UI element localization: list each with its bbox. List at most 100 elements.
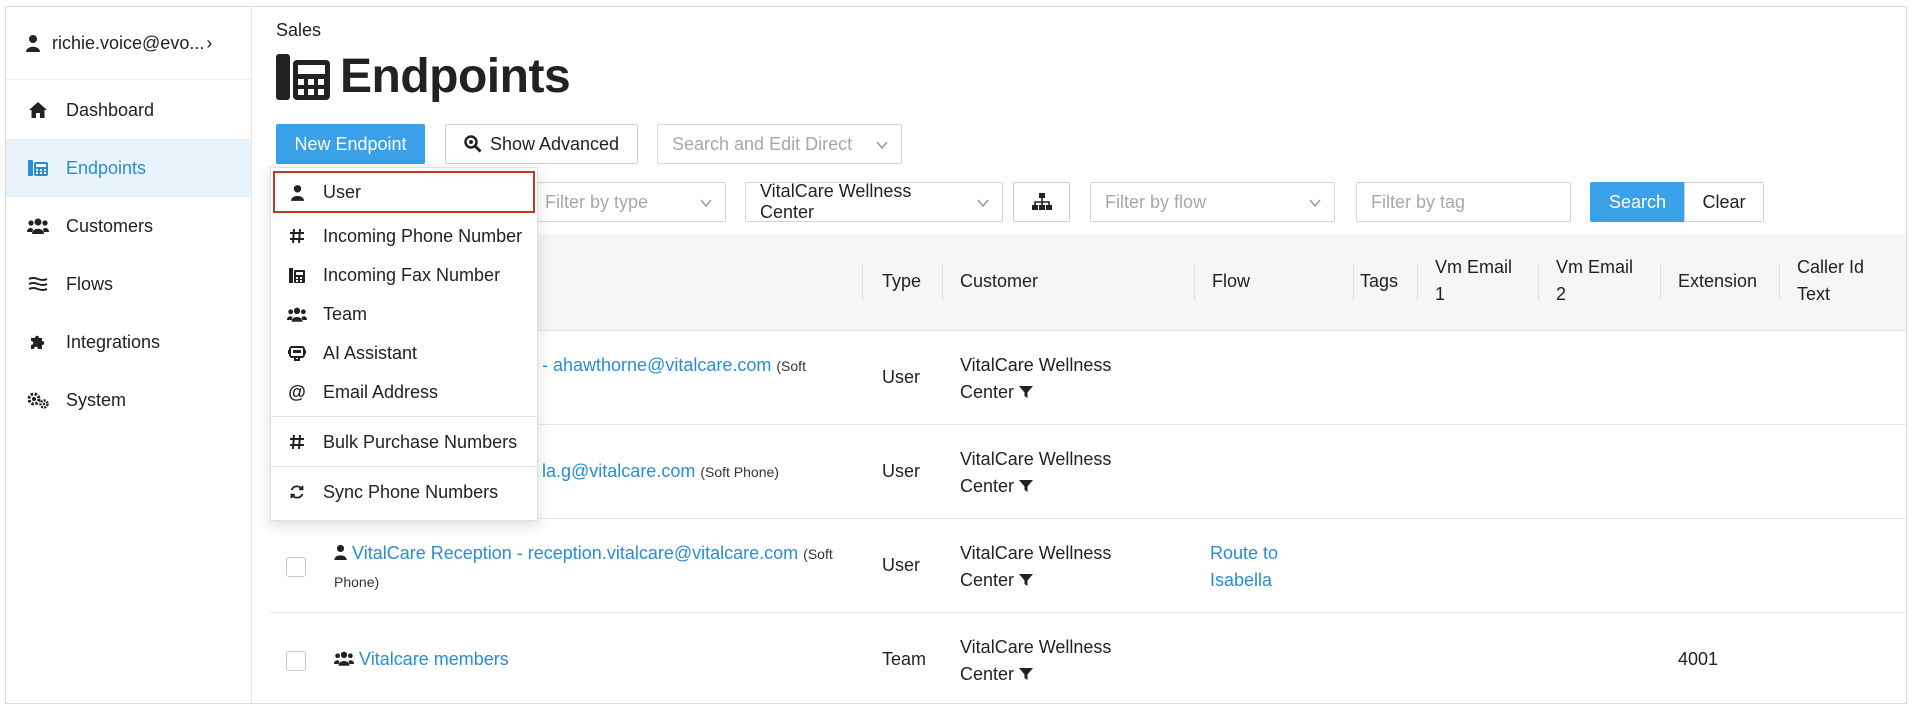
endpoint-suffix: (Soft Phone) bbox=[700, 464, 779, 480]
dropdown-item-ai-assistant[interactable]: AI Assistant bbox=[271, 334, 539, 372]
customer-cell: VitalCare Wellness Center bbox=[960, 540, 1111, 594]
chevron-down-icon bbox=[876, 141, 888, 150]
at-icon: @ bbox=[288, 381, 306, 402]
column-type[interactable]: Type bbox=[882, 268, 921, 295]
endpoints-icon bbox=[276, 53, 330, 100]
column-caller-id-text[interactable]: Caller Id Text bbox=[1797, 254, 1864, 308]
customer-name-line2-wrap: Center bbox=[960, 567, 1111, 594]
user-icon bbox=[287, 182, 307, 202]
column-vm-email-1-line1: Vm Email bbox=[1435, 257, 1513, 277]
flow-line1: Route to bbox=[1210, 543, 1279, 563]
column-flow[interactable]: Flow bbox=[1212, 268, 1250, 295]
filter-type-placeholder: Filter by type bbox=[545, 191, 649, 212]
filter-icon[interactable] bbox=[1019, 480, 1034, 493]
filter-flow-placeholder: Filter by flow bbox=[1105, 191, 1207, 212]
dropdown-item-email-address[interactable]: @ Email Address bbox=[271, 373, 539, 411]
customer-name-line2: Center bbox=[960, 476, 1015, 496]
search-edit-direct-placeholder: Search and Edit Direct bbox=[672, 133, 853, 154]
dropdown-item-label: Team bbox=[323, 303, 368, 324]
filter-tag-input[interactable]: Filter by tag bbox=[1356, 182, 1571, 222]
show-advanced-label: Show Advanced bbox=[489, 133, 620, 154]
column-extension[interactable]: Extension bbox=[1678, 268, 1757, 295]
endpoint-link[interactable]: - ahawthorne@vitalcare.com bbox=[542, 355, 771, 375]
filter-flow-select[interactable]: Filter by flow bbox=[1090, 182, 1335, 222]
dropdown-item-label: Incoming Fax Number bbox=[323, 264, 501, 285]
show-advanced-button[interactable]: Show Advanced bbox=[445, 124, 638, 164]
filter-icon[interactable] bbox=[1019, 386, 1034, 399]
endpoint-suffix: (Soft bbox=[803, 546, 833, 562]
column-tags[interactable]: Tags bbox=[1360, 268, 1398, 295]
type-cell: Team bbox=[882, 649, 927, 669]
filter-customer-select[interactable]: VitalCare Wellness Center bbox=[745, 181, 1003, 222]
endpoint-link[interactable]: VitalCare Reception - reception.vitalcar… bbox=[352, 543, 798, 563]
sidebar-item-dashboard[interactable]: Dashboard bbox=[6, 81, 251, 139]
column-divider bbox=[1194, 264, 1195, 300]
dropdown-item-sync-phone-numbers[interactable]: Sync Phone Numbers bbox=[271, 473, 539, 511]
users-icon bbox=[287, 304, 307, 324]
sidebar-item-label: Flows bbox=[66, 273, 114, 294]
column-divider bbox=[1417, 264, 1418, 300]
dropdown-item-bulk-purchase-numbers[interactable]: Bulk Purchase Numbers bbox=[271, 423, 539, 461]
endpoint-link[interactable]: la.g@vitalcare.com bbox=[542, 461, 695, 481]
filter-icon[interactable] bbox=[1019, 574, 1034, 587]
sidebar-item-label: Customers bbox=[66, 215, 154, 236]
filter-type-select[interactable]: Filter by type bbox=[530, 182, 726, 222]
column-divider bbox=[1660, 264, 1661, 300]
sitemap-icon bbox=[1031, 193, 1052, 210]
sidebar-item-endpoints[interactable]: Endpoints bbox=[6, 139, 251, 197]
users-icon bbox=[334, 651, 354, 666]
customer-name-line2-wrap: Center bbox=[960, 379, 1111, 406]
column-vm-email-1-line2: 1 bbox=[1435, 284, 1446, 304]
flows-icon bbox=[26, 273, 50, 295]
chevron-down-icon bbox=[1309, 199, 1321, 208]
endpoint-name-cell: - ahawthorne@vitalcare.com (Soft bbox=[542, 352, 806, 380]
puzzle-icon bbox=[26, 331, 50, 353]
sidebar-item-integrations[interactable]: Integrations bbox=[6, 313, 251, 371]
dropdown-item-label: Incoming Phone Number bbox=[323, 225, 523, 246]
dropdown-item-team[interactable]: Team bbox=[271, 295, 539, 333]
column-vm-email-2[interactable]: Vm Email 2 bbox=[1556, 254, 1633, 308]
dropdown-item-incoming-fax-number[interactable]: Incoming Fax Number bbox=[271, 256, 539, 294]
page-header: Endpoints bbox=[276, 49, 571, 104]
row-checkbox[interactable] bbox=[286, 651, 306, 671]
column-vm-email-1[interactable]: Vm Email 1 bbox=[1435, 254, 1512, 308]
home-icon bbox=[26, 99, 50, 121]
robot-icon bbox=[287, 343, 307, 363]
sidebar-item-label: Dashboard bbox=[66, 99, 155, 120]
filter-icon[interactable] bbox=[1019, 668, 1034, 681]
new-endpoint-dropdown: User Incoming Phone Number Incoming Fax … bbox=[270, 167, 539, 521]
type-cell: User bbox=[882, 555, 921, 575]
flow-link[interactable]: Route to Isabella bbox=[1210, 540, 1278, 594]
customer-name-line2: Center bbox=[960, 664, 1015, 684]
search-button[interactable]: Search bbox=[1590, 182, 1685, 222]
customer-name-line1: VitalCare Wellness bbox=[960, 355, 1112, 375]
customer-name-line2-wrap: Center bbox=[960, 473, 1111, 500]
sync-icon bbox=[287, 482, 307, 502]
user-menu[interactable]: richie.voice@evo... › bbox=[6, 7, 251, 80]
column-caller-id-line1: Caller Id bbox=[1797, 257, 1865, 277]
dropdown-item-user[interactable]: User bbox=[273, 171, 535, 213]
customer-name-line1: VitalCare Wellness bbox=[960, 637, 1112, 657]
sidebar-item-customers[interactable]: Customers bbox=[6, 197, 251, 255]
customer-name-line1: VitalCare Wellness bbox=[960, 543, 1112, 563]
column-customer[interactable]: Customer bbox=[960, 268, 1038, 295]
column-divider bbox=[1779, 264, 1780, 300]
hash-icon bbox=[287, 226, 307, 246]
column-divider bbox=[942, 264, 943, 300]
dropdown-item-label: User bbox=[323, 181, 362, 202]
column-vm-email-2-line2: 2 bbox=[1556, 284, 1567, 304]
sidebar-item-system[interactable]: System bbox=[6, 371, 251, 429]
new-endpoint-button[interactable]: New Endpoint bbox=[276, 124, 425, 164]
clear-button[interactable]: Clear bbox=[1684, 182, 1764, 222]
hierarchy-button[interactable] bbox=[1013, 182, 1070, 222]
endpoint-link[interactable]: Vitalcare members bbox=[359, 649, 509, 669]
user-icon bbox=[334, 544, 347, 560]
row-checkbox[interactable] bbox=[286, 557, 306, 577]
dropdown-item-incoming-phone-number[interactable]: Incoming Phone Number bbox=[271, 217, 539, 255]
breadcrumb[interactable]: Sales bbox=[276, 20, 321, 41]
table-row[interactable]: VitalCare Reception - reception.vitalcar… bbox=[270, 519, 1906, 613]
sidebar-item-flows[interactable]: Flows bbox=[6, 255, 251, 313]
table-row[interactable]: Vitalcare members Team VitalCare Wellnes… bbox=[270, 613, 1906, 703]
search-edit-direct-select[interactable]: Search and Edit Direct bbox=[657, 124, 902, 164]
type-cell: User bbox=[882, 367, 921, 387]
